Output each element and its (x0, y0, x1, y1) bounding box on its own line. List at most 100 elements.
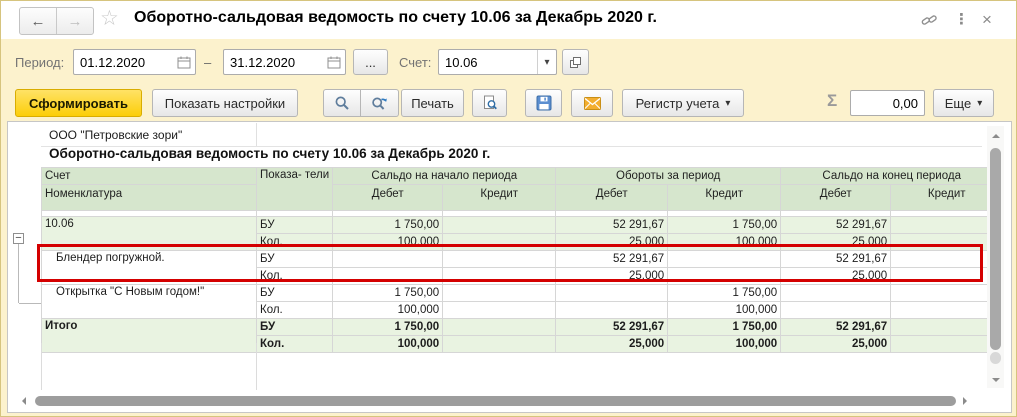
value-cell[interactable] (442, 301, 557, 319)
value-cell[interactable] (442, 318, 557, 336)
period-from-input[interactable] (74, 50, 173, 74)
col-header-turnover[interactable]: Обороты за период (555, 167, 782, 185)
more-actions-button[interactable]: Еще ▾ (933, 89, 994, 117)
period-options-button[interactable]: ... (353, 49, 388, 75)
sum-input[interactable] (851, 91, 924, 115)
value-cell[interactable]: 100,000 (667, 233, 782, 251)
account-input[interactable] (439, 50, 537, 74)
value-cell[interactable]: 100,000 (332, 233, 444, 251)
nomenclature-cell[interactable]: Открытка "С Новым годом!" (41, 284, 257, 319)
account-combo[interactable]: ▾ (438, 49, 557, 75)
send-email-button[interactable] (571, 89, 613, 117)
scroll-up-button[interactable] (992, 130, 1000, 138)
value-cell[interactable]: 25,000 (555, 267, 669, 285)
total-label-cell[interactable]: Итого (41, 318, 257, 353)
value-cell[interactable] (332, 267, 444, 285)
close-icon[interactable]: × (982, 10, 992, 30)
value-cell[interactable] (442, 267, 557, 285)
value-cell[interactable]: 100,000 (667, 335, 782, 353)
col-header-opening-balance[interactable]: Сальдо на начало периода (332, 167, 557, 185)
horizontal-scroll-thumb[interactable] (35, 396, 956, 406)
value-cell[interactable] (890, 318, 1004, 336)
find-button[interactable] (323, 89, 361, 117)
value-cell[interactable] (890, 233, 1004, 251)
print-button[interactable]: Печать (401, 89, 464, 117)
value-cell[interactable] (555, 284, 669, 302)
period-to-field[interactable] (223, 49, 346, 75)
favorite-star-icon[interactable]: ☆ (100, 6, 119, 31)
value-cell[interactable]: 100,000 (332, 301, 444, 319)
save-button[interactable] (525, 89, 562, 117)
value-cell[interactable] (890, 284, 1004, 302)
value-cell[interactable]: 25,000 (555, 233, 669, 251)
indicator-cell[interactable]: БУ (255, 318, 334, 336)
back-button[interactable]: ← (20, 8, 57, 34)
value-cell[interactable] (890, 250, 1004, 268)
col-header-credit[interactable]: Кредит (667, 184, 782, 211)
account-dropdown-button[interactable]: ▾ (537, 50, 556, 74)
value-cell[interactable]: 1 750,00 (667, 318, 782, 336)
show-settings-button[interactable]: Показать настройки (152, 89, 298, 117)
value-cell[interactable]: 100,000 (667, 301, 782, 319)
period-to-input[interactable] (224, 50, 323, 74)
value-cell[interactable]: 1 750,00 (332, 216, 444, 234)
calendar-icon[interactable] (173, 50, 195, 74)
value-cell[interactable] (780, 284, 892, 302)
value-cell[interactable]: 100,000 (332, 335, 444, 353)
more-menu-icon[interactable]: ⋮ (954, 10, 969, 28)
indicator-cell[interactable]: Кол. (255, 301, 334, 319)
value-cell[interactable]: 25,000 (780, 233, 892, 251)
link-icon[interactable] (920, 12, 939, 28)
forward-button[interactable]: → (57, 8, 93, 34)
value-cell[interactable]: 52 291,67 (780, 318, 892, 336)
indicator-cell[interactable]: Кол. (255, 267, 334, 285)
indicator-cell[interactable]: БУ (255, 284, 334, 302)
value-cell[interactable]: 52 291,67 (780, 250, 892, 268)
value-cell[interactable] (442, 216, 557, 234)
value-cell[interactable]: 52 291,67 (555, 250, 669, 268)
col-header-indicators[interactable]: Показа- тели (255, 167, 334, 211)
value-cell[interactable]: 52 291,67 (555, 318, 669, 336)
value-cell[interactable]: 1 750,00 (332, 284, 444, 302)
value-cell[interactable]: 25,000 (555, 335, 669, 353)
generate-button[interactable]: Сформировать (15, 89, 142, 117)
col-header-debit[interactable]: Дебет (555, 184, 669, 211)
value-cell[interactable] (890, 335, 1004, 353)
value-cell[interactable]: 25,000 (780, 335, 892, 353)
value-cell[interactable]: 52 291,67 (780, 216, 892, 234)
value-cell[interactable]: 1 750,00 (667, 284, 782, 302)
scroll-down-button[interactable] (992, 378, 1000, 386)
value-cell[interactable] (555, 301, 669, 319)
value-cell[interactable]: 1 750,00 (332, 318, 444, 336)
calendar-icon[interactable] (323, 50, 345, 74)
value-cell[interactable] (667, 267, 782, 285)
value-cell[interactable] (442, 250, 557, 268)
vertical-scroll-thumb[interactable] (990, 148, 1001, 350)
value-cell[interactable] (442, 233, 557, 251)
indicator-cell[interactable]: Кол. (255, 233, 334, 251)
account-open-button[interactable] (562, 49, 589, 75)
value-cell[interactable] (442, 335, 557, 353)
period-from-field[interactable] (73, 49, 196, 75)
sum-field[interactable] (850, 90, 925, 116)
col-header-nomenclature[interactable]: Номенклатура (41, 184, 257, 211)
collapse-group-button[interactable]: − (13, 233, 24, 244)
register-menu-button[interactable]: Регистр учета ▾ (622, 89, 744, 117)
scroll-right-button[interactable] (963, 397, 971, 405)
col-header-closing-balance[interactable]: Сальдо на конец периода (780, 167, 1004, 185)
find-next-button[interactable] (361, 89, 399, 117)
col-header-debit[interactable]: Дебет (780, 184, 892, 211)
indicator-cell[interactable]: Кол. (255, 335, 334, 353)
print-preview-button[interactable] (472, 89, 507, 117)
value-cell[interactable] (890, 301, 1004, 319)
col-header-account[interactable]: Счет (41, 167, 257, 185)
value-cell[interactable]: 1 750,00 (667, 216, 782, 234)
value-cell[interactable] (890, 267, 1004, 285)
value-cell[interactable] (442, 284, 557, 302)
indicator-cell[interactable]: БУ (255, 216, 334, 234)
col-header-credit[interactable]: Кредит (442, 184, 557, 211)
value-cell[interactable]: 52 291,67 (555, 216, 669, 234)
value-cell[interactable] (890, 216, 1004, 234)
col-header-credit[interactable]: Кредит (890, 184, 1004, 211)
scroll-left-button[interactable] (18, 397, 26, 405)
